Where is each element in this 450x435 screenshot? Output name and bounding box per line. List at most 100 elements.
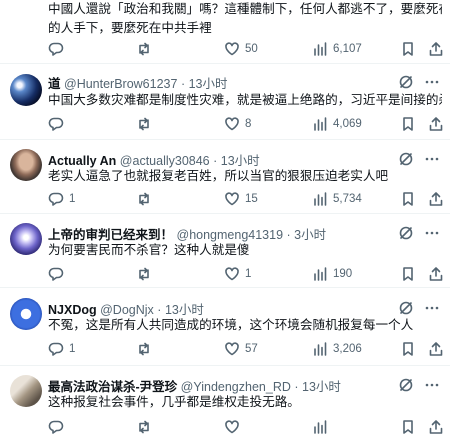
tweet[interactable]: 中國人還說「政治和我關」嗎？這種體制下，任何人都逃不了，要麼死在這樣 的人手下，… — [0, 0, 450, 64]
views-button[interactable]: 5,734 — [312, 190, 362, 208]
grok-icon — [399, 301, 413, 315]
tweet-header: 道 @HunterBrow61237 · 13小时 — [48, 77, 228, 91]
grok-button[interactable] — [398, 299, 414, 317]
more-icon — [425, 80, 439, 84]
user-handle[interactable]: @DogNjx — [100, 303, 154, 317]
tweet-actions: 50 6,107 — [48, 40, 450, 58]
views-button[interactable]: 4,069 — [312, 115, 362, 133]
bookmark-button[interactable] — [400, 115, 416, 133]
reply-button[interactable] — [48, 265, 69, 283]
bookmark-button[interactable] — [400, 418, 416, 435]
tweet-time[interactable]: 3小时 — [294, 228, 326, 242]
tweet-text: 不冤，这是所有人共同造成的环境，这个环境会随机报复每一个人 — [48, 316, 442, 334]
avatar[interactable] — [10, 298, 42, 330]
retweet-button[interactable] — [136, 190, 157, 208]
avatar[interactable] — [10, 74, 42, 106]
reply-icon — [48, 192, 64, 206]
tweet-time[interactable]: 13小时 — [189, 77, 228, 91]
retweet-icon — [139, 267, 149, 281]
user-handle[interactable]: @actually30846 — [120, 154, 210, 168]
retweet-button[interactable] — [136, 418, 152, 435]
tweet[interactable]: NJXDog @DogNjx · 13小时 不冤，这是所有人共同造成的环境，这个… — [0, 288, 450, 366]
views-count: 3,206 — [333, 343, 362, 355]
share-icon — [429, 267, 443, 281]
reply-button[interactable] — [48, 115, 69, 133]
views-icon — [314, 267, 327, 281]
avatar[interactable] — [10, 149, 42, 181]
tweet-time[interactable]: 13小时 — [221, 154, 260, 168]
display-name[interactable]: 最高法政治谋杀-尹登珍 — [48, 380, 177, 394]
retweet-icon — [139, 117, 149, 131]
reply-button[interactable]: 1 — [48, 190, 75, 208]
user-handle[interactable]: @Yindengzhen_RD — [181, 380, 291, 394]
tweet[interactable]: 上帝的审判已经来到！ @hongmeng41319 · 3小时 为何要害民而不杀… — [0, 214, 450, 288]
reply-button[interactable] — [48, 418, 64, 435]
more-button[interactable] — [424, 150, 440, 168]
tweet[interactable]: Actually An @actually30846 · 13小时 老实人逼急了… — [0, 140, 450, 214]
more-button[interactable] — [424, 299, 440, 317]
views-button[interactable] — [312, 418, 328, 435]
retweet-button[interactable] — [136, 340, 157, 358]
views-button[interactable]: 190 — [312, 265, 352, 283]
reply-button[interactable] — [48, 40, 69, 58]
reply-icon — [48, 117, 64, 131]
bookmark-icon — [403, 42, 413, 56]
tweet[interactable]: 最高法政治谋杀-尹登珍 @Yindengzhen_RD · 13小时 这种报复社… — [0, 366, 450, 435]
share-button[interactable] — [428, 190, 444, 208]
reply-icon — [48, 267, 64, 281]
reply-button[interactable]: 1 — [48, 340, 75, 358]
display-name[interactable]: 上帝的审判已经来到！ — [48, 228, 173, 242]
retweet-button[interactable] — [136, 115, 157, 133]
display-name[interactable]: Actually An — [48, 154, 116, 168]
user-handle[interactable]: @hongmeng41319 — [177, 228, 284, 242]
display-name[interactable]: NJXDog — [48, 303, 97, 317]
tweet-text-line: 老实人逼急了也就报复老百姓，所以当官的狠狠压迫老实人吧 — [48, 169, 389, 183]
grok-button[interactable] — [398, 73, 414, 91]
like-button[interactable]: 57 — [224, 340, 258, 358]
tweet-text-line: 为何要害民而不杀官？这种人就是傻 — [48, 243, 250, 257]
share-button[interactable] — [428, 340, 444, 358]
tweet-header: 最高法政治谋杀-尹登珍 @Yindengzhen_RD · 13小时 — [48, 380, 341, 394]
tweet-time[interactable]: 13小时 — [302, 380, 341, 394]
reply-count: 1 — [69, 343, 76, 355]
more-button[interactable] — [424, 376, 440, 394]
reply-icon — [48, 420, 64, 434]
retweet-button[interactable] — [136, 40, 157, 58]
bookmark-button[interactable] — [400, 265, 416, 283]
bookmark-button[interactable] — [400, 340, 416, 358]
like-button[interactable]: 15 — [224, 190, 258, 208]
tweet[interactable]: 道 @HunterBrow61237 · 13小时 中国大多数灾难都是制度性灾难… — [0, 64, 450, 140]
share-button[interactable] — [428, 40, 444, 58]
views-icon — [314, 192, 327, 206]
views-button[interactable]: 3,206 — [312, 340, 362, 358]
like-button[interactable]: 50 — [224, 40, 258, 58]
views-button[interactable]: 6,107 — [312, 40, 362, 58]
share-button[interactable] — [428, 115, 444, 133]
like-button[interactable] — [224, 418, 240, 435]
bookmark-icon — [403, 267, 413, 281]
tweet-actions: 1 190 — [48, 265, 450, 283]
grok-button[interactable] — [398, 376, 414, 394]
avatar[interactable] — [10, 375, 42, 407]
user-handle[interactable]: @HunterBrow61237 — [64, 77, 177, 91]
grok-button[interactable] — [398, 150, 414, 168]
bookmark-icon — [403, 342, 413, 356]
avatar[interactable] — [10, 223, 42, 255]
like-button[interactable]: 1 — [224, 265, 251, 283]
more-button[interactable] — [424, 224, 440, 242]
bookmark-button[interactable] — [400, 190, 416, 208]
bookmark-button[interactable] — [400, 40, 416, 58]
views-icon — [314, 420, 327, 434]
grok-button[interactable] — [398, 224, 414, 242]
like-button[interactable]: 8 — [224, 115, 251, 133]
tweet-text-line: 的人手下，要麼死在中共手裡 — [48, 21, 212, 35]
tweet-actions: 1 15 5,734 — [48, 190, 450, 208]
share-button[interactable] — [428, 418, 444, 435]
share-button[interactable] — [428, 265, 444, 283]
retweet-button[interactable] — [136, 265, 157, 283]
more-button[interactable] — [424, 73, 440, 91]
like-count: 50 — [245, 43, 258, 55]
tweet-time[interactable]: 13小时 — [165, 303, 204, 317]
display-name[interactable]: 道 — [48, 77, 61, 91]
views-count: 6,107 — [333, 43, 362, 55]
